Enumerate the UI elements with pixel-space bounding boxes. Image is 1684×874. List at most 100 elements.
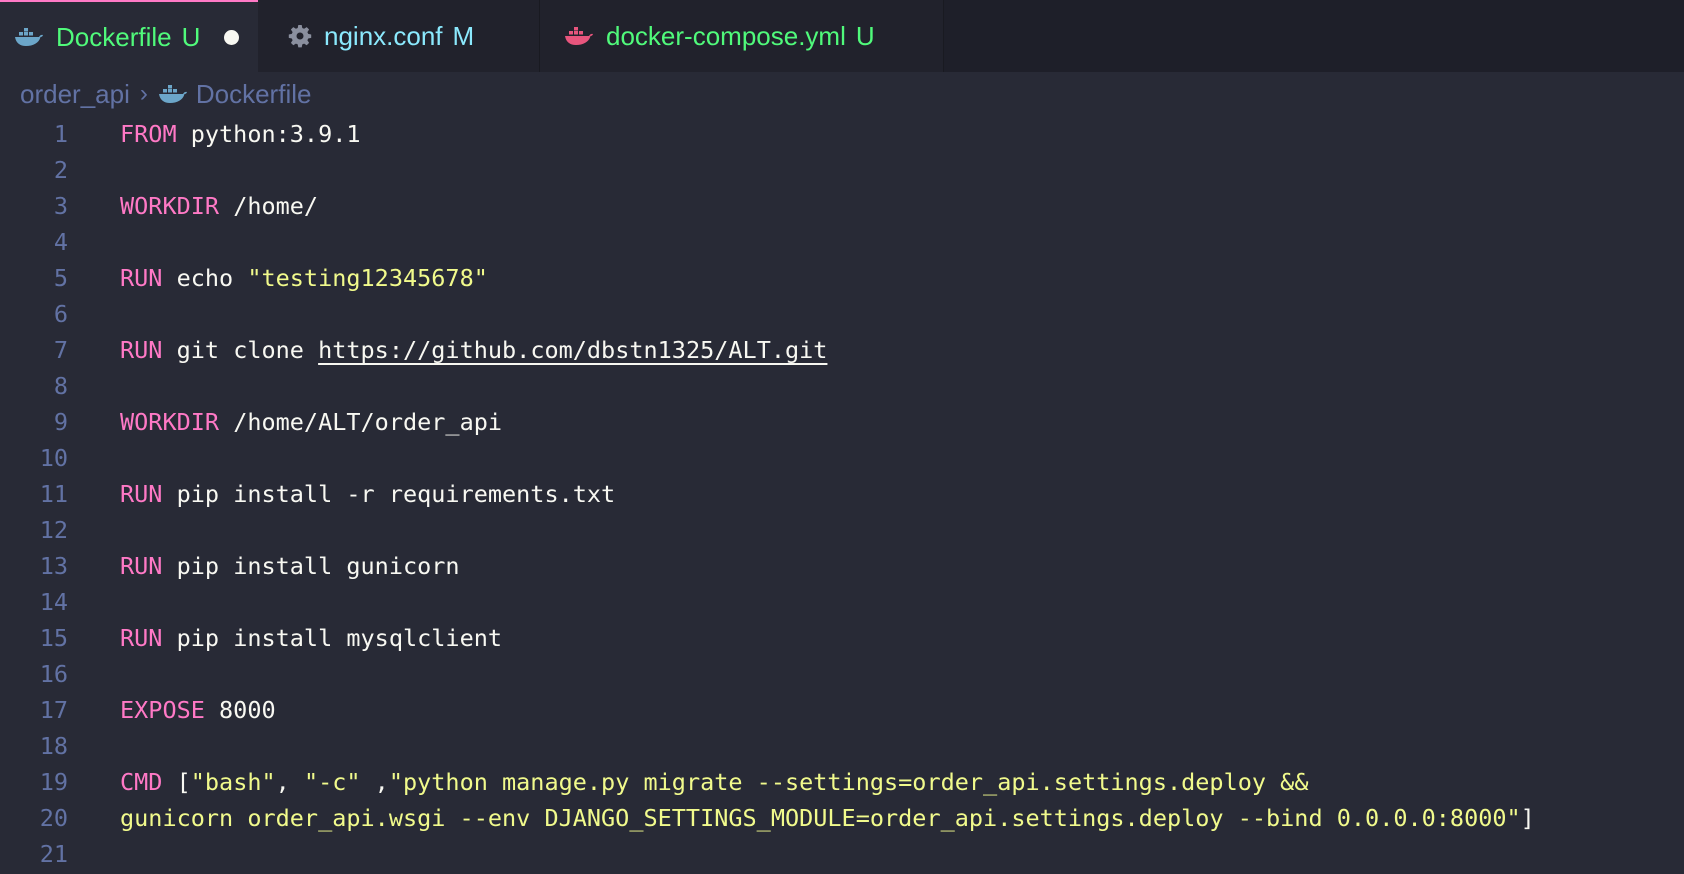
- code-line[interactable]: 2: [0, 152, 1684, 188]
- line-number: 3: [53, 192, 68, 220]
- chevron-right-icon: ›: [139, 80, 148, 107]
- code-line[interactable]: 11 RUN pip install -r requirements.txt: [0, 476, 1684, 512]
- tab-label: nginx.conf: [324, 20, 443, 51]
- docker-icon: [158, 82, 188, 106]
- line-number: 13: [39, 552, 68, 580]
- code-line[interactable]: 20 gunicorn order_api.wsgi --env DJANGO_S…: [0, 800, 1684, 836]
- code-keyword: EXPOSE: [120, 696, 205, 724]
- breadcrumb: order_api › Dockerfile: [20, 76, 311, 112]
- code-line[interactable]: 19 CMD ["bash", "-c" ,"python manage.py m…: [0, 764, 1684, 800]
- code-keyword: RUN: [120, 336, 163, 364]
- code-keyword: RUN: [120, 480, 163, 508]
- code-line[interactable]: 15 RUN pip install mysqlclient: [0, 620, 1684, 656]
- tab-label: docker-compose.yml: [606, 20, 846, 51]
- code-token: /home/: [219, 192, 319, 220]
- code-token: git clone: [162, 336, 319, 364]
- line-number: 20: [39, 804, 68, 832]
- line-number: 18: [39, 732, 68, 760]
- code-token: ,: [360, 768, 389, 796]
- code-text: RUN pip install mysqlclient: [120, 620, 502, 656]
- code-keyword: RUN: [120, 552, 163, 580]
- line-number: 21: [39, 840, 68, 868]
- breadcrumb-file[interactable]: Dockerfile: [196, 79, 312, 110]
- code-line[interactable]: 12: [0, 512, 1684, 548]
- code-editor[interactable]: 1 FROM python:3.9.1 2 3 WORKDIR /home/4 5 RUN …: [0, 116, 1684, 872]
- code-token: ]: [1520, 804, 1535, 832]
- code-line[interactable]: 3 WORKDIR /home/: [0, 188, 1684, 224]
- code-line[interactable]: 1 FROM python:3.9.1: [0, 116, 1684, 152]
- code-link[interactable]: https://github.com/dbstn1325/ALT.git: [318, 336, 827, 364]
- code-text: gunicorn order_api.wsgi --env DJANGO_SET…: [120, 800, 1535, 836]
- code-string: "testing12345678": [247, 264, 488, 292]
- git-status-badge: M: [452, 20, 475, 51]
- code-text: RUN git clone https://github.com/dbstn13…: [120, 332, 827, 368]
- code-line[interactable]: 16: [0, 656, 1684, 692]
- code-text: RUN pip install gunicorn: [120, 548, 460, 584]
- line-number: 6: [53, 300, 68, 328]
- code-token: echo: [162, 264, 248, 292]
- code-text: EXPOSE 8000: [120, 692, 276, 728]
- line-number: 12: [39, 516, 68, 544]
- code-text: RUN pip install -r requirements.txt: [120, 476, 615, 512]
- code-string: gunicorn order_api.wsgi --env DJANGO_SET…: [120, 804, 1521, 832]
- code-token: pip install gunicorn: [162, 552, 460, 580]
- line-number: 19: [39, 768, 68, 796]
- code-string: "python manage.py migrate --settings=ord…: [388, 768, 1309, 796]
- line-number: 16: [39, 660, 68, 688]
- code-text: CMD ["bash", "-c" ,"python manage.py mig…: [120, 764, 1308, 800]
- docker-icon: [14, 25, 44, 49]
- code-token: 8000: [204, 696, 276, 724]
- line-number: 10: [39, 444, 68, 472]
- code-text: WORKDIR /home/ALT/order_api: [120, 404, 502, 440]
- code-token: /home/ALT/order_api: [219, 408, 503, 436]
- breadcrumb-folder[interactable]: order_api: [20, 79, 130, 110]
- tab-bar: Dockerfile U nginx.conf M docker-compose…: [0, 0, 1684, 72]
- code-token: [: [162, 768, 191, 796]
- code-line[interactable]: 8: [0, 368, 1684, 404]
- tab-nginx-conf[interactable]: nginx.conf M: [258, 0, 540, 72]
- gear-icon: [288, 24, 312, 48]
- code-line[interactable]: 21: [0, 836, 1684, 872]
- code-keyword: WORKDIR: [120, 192, 220, 220]
- code-line[interactable]: 9 WORKDIR /home/ALT/order_api: [0, 404, 1684, 440]
- code-line[interactable]: 7 RUN git clone https://github.com/dbstn1…: [0, 332, 1684, 368]
- line-number: 14: [39, 588, 68, 616]
- code-line[interactable]: 10: [0, 440, 1684, 476]
- git-status-badge: U: [181, 21, 201, 52]
- line-number: 5: [53, 264, 68, 292]
- line-number: 8: [53, 372, 68, 400]
- code-keyword: RUN: [120, 624, 163, 652]
- code-line[interactable]: 13 RUN pip install gunicorn: [0, 548, 1684, 584]
- line-number: 9: [53, 408, 68, 436]
- code-line[interactable]: 17 EXPOSE 8000: [0, 692, 1684, 728]
- code-token: pip install mysqlclient: [162, 624, 503, 652]
- code-keyword: CMD: [120, 768, 163, 796]
- line-number: 1: [53, 120, 68, 148]
- code-text: WORKDIR /home/: [120, 188, 318, 224]
- unsaved-dot-icon[interactable]: [224, 29, 240, 45]
- code-string: "bash": [190, 768, 276, 796]
- line-number: 7: [53, 336, 68, 364]
- docker-icon: [564, 24, 594, 48]
- code-keyword: RUN: [120, 264, 163, 292]
- line-number: 11: [39, 480, 68, 508]
- code-text: RUN echo "testing12345678": [120, 260, 488, 296]
- line-number: 2: [53, 156, 68, 184]
- tab-label: Dockerfile: [56, 21, 172, 52]
- line-number: 15: [39, 624, 68, 652]
- code-keyword: FROM: [120, 120, 177, 148]
- code-token: ,: [275, 768, 304, 796]
- tab-docker-compose[interactable]: docker-compose.yml U: [540, 0, 944, 72]
- line-number: 4: [53, 228, 68, 256]
- code-line[interactable]: 18: [0, 728, 1684, 764]
- code-token: pip install -r requirements.txt: [162, 480, 616, 508]
- code-line[interactable]: 5 RUN echo "testing12345678": [0, 260, 1684, 296]
- code-line[interactable]: 4: [0, 224, 1684, 260]
- git-status-badge: U: [855, 20, 875, 51]
- code-line[interactable]: 6: [0, 296, 1684, 332]
- code-keyword: WORKDIR: [120, 408, 220, 436]
- tab-dockerfile[interactable]: Dockerfile U: [0, 0, 258, 72]
- code-text: FROM python:3.9.1: [120, 116, 361, 152]
- code-line[interactable]: 14: [0, 584, 1684, 620]
- code-token: python:3.9.1: [176, 120, 361, 148]
